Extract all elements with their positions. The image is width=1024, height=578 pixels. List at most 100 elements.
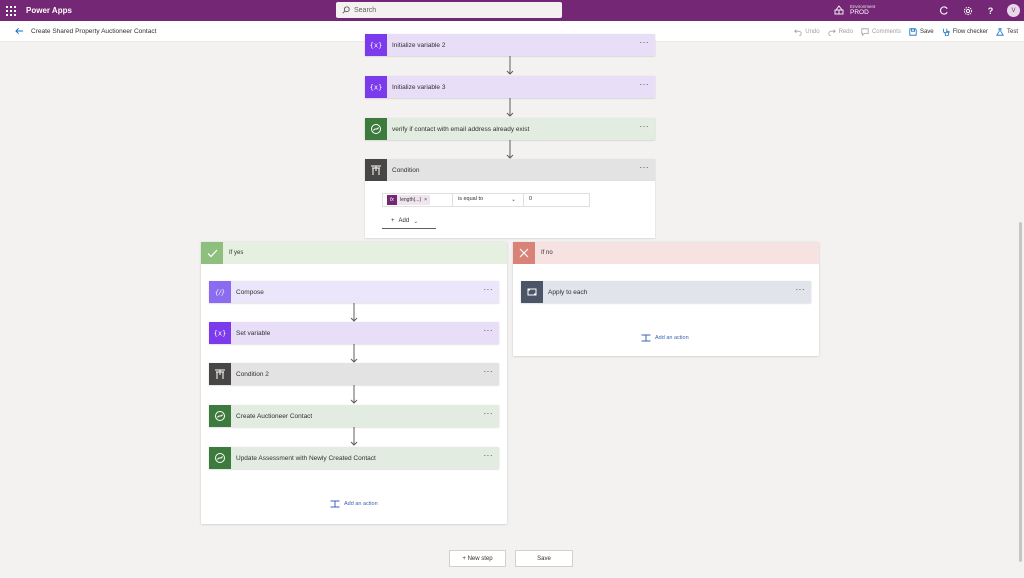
redo-button[interactable]: Redo: [828, 28, 853, 36]
step-create-auctioneer-contact[interactable]: Create Auctioneer Contact ···: [209, 405, 499, 427]
test-button[interactable]: Test: [996, 27, 1018, 36]
step-compose[interactable]: {∕} Compose ···: [209, 281, 499, 303]
search-icon: [342, 6, 350, 14]
app-launcher-icon[interactable]: [0, 0, 22, 21]
function-icon: fx: [387, 195, 397, 205]
step-apply-to-each[interactable]: Apply to each ···: [521, 281, 811, 303]
connector-arrow-icon: [506, 98, 514, 118]
expression-token[interactable]: fx length(...) ×: [387, 195, 431, 205]
settings-gear-icon[interactable]: [961, 4, 974, 17]
bottom-save-button[interactable]: Save: [515, 550, 573, 567]
add-condition-button[interactable]: + Add ⌄: [382, 214, 436, 229]
more-options-icon[interactable]: ···: [484, 410, 494, 418]
svg-text:{∕}: {∕}: [215, 289, 225, 297]
dataverse-icon: [209, 447, 231, 469]
more-options-icon[interactable]: ···: [484, 327, 494, 335]
comments-label: Comments: [871, 28, 901, 35]
if-yes-add-action[interactable]: Add an action: [330, 500, 378, 508]
redo-label: Redo: [838, 28, 853, 35]
dataverse-icon: [365, 118, 387, 140]
undo-button[interactable]: Undo: [794, 28, 820, 36]
expression-token-text: length(...): [400, 197, 422, 203]
step-title: Apply to each: [548, 288, 588, 296]
condition-icon: [209, 363, 231, 385]
condition-icon: [365, 159, 387, 181]
step-set-variable[interactable]: {x} Set variable ···: [209, 322, 499, 344]
svg-text:{x}: {x}: [214, 330, 226, 338]
flow-designer-canvas: {x} Initialize variable 2 ··· {x} Initia…: [0, 34, 1024, 578]
more-options-icon[interactable]: ···: [640, 39, 650, 47]
comment-icon: [861, 27, 869, 36]
step-verify-contact-exists[interactable]: verify if contact with email address alr…: [365, 118, 655, 140]
branch-label: If no: [541, 250, 553, 256]
step-title: Set variable: [236, 329, 271, 337]
step-title: Initialize variable 2: [392, 41, 446, 49]
help-question-icon[interactable]: ?: [984, 4, 997, 17]
more-options-icon[interactable]: ···: [484, 452, 494, 460]
chevron-down-icon: ⌄: [413, 218, 419, 225]
add-condition-label: Add: [398, 218, 410, 224]
save-icon: [909, 27, 917, 36]
test-label: Test: [1006, 28, 1018, 35]
back-arrow-icon[interactable]: [13, 25, 25, 37]
branch-label: If yes: [229, 250, 244, 256]
save-label: Save: [919, 28, 934, 35]
branch-if-yes-header[interactable]: If yes: [201, 242, 507, 264]
chevron-down-icon[interactable]: ⌄: [511, 196, 516, 203]
step-initialize-variable-2[interactable]: {x} Initialize variable 2 ···: [365, 34, 655, 56]
more-options-icon[interactable]: ···: [640, 164, 650, 172]
environment-icon: [834, 2, 844, 20]
flask-icon: [996, 27, 1004, 36]
user-avatar[interactable]: V: [1007, 4, 1020, 17]
connector-arrow-icon: [350, 427, 358, 447]
new-step-button[interactable]: + New step: [449, 550, 506, 567]
branch-if-no-header[interactable]: If no: [513, 242, 819, 264]
step-initialize-variable-3[interactable]: {x} Initialize variable 3 ···: [365, 76, 655, 98]
step-condition-2[interactable]: Condition 2 ···: [209, 363, 499, 385]
environment-picker[interactable]: Environment PROD: [834, 1, 875, 20]
if-no-add-action[interactable]: Add an action: [641, 334, 689, 342]
connector-arrow-icon: [506, 56, 514, 76]
step-update-assessment[interactable]: Update Assessment with Newly Created Con…: [209, 447, 499, 469]
add-action-icon: [641, 334, 651, 342]
dataverse-icon: [209, 405, 231, 427]
step-title: Update Assessment with Newly Created Con…: [236, 454, 376, 462]
add-action-label: Add an action: [655, 335, 689, 341]
undo-icon: [794, 28, 802, 36]
flow-title: Create Shared Property Auctioneer Contac…: [31, 27, 157, 35]
add-action-icon: [330, 500, 340, 508]
connector-arrow-icon: [350, 303, 358, 323]
operator-dropdown[interactable]: is equal to: [458, 196, 483, 202]
variable-icon: {x}: [209, 322, 231, 344]
redo-icon: [828, 28, 836, 36]
step-condition[interactable]: Condition ···: [365, 159, 655, 181]
remove-token-icon[interactable]: ×: [424, 197, 427, 203]
copilot-icon[interactable]: [938, 4, 951, 17]
stethoscope-icon: [942, 28, 950, 36]
more-options-icon[interactable]: ···: [484, 368, 494, 376]
step-title: verify if contact with email address alr…: [392, 125, 530, 133]
flow-checker-button[interactable]: Flow checker: [942, 28, 988, 36]
loop-icon: [521, 281, 543, 303]
more-options-icon[interactable]: ···: [796, 286, 806, 294]
more-options-icon[interactable]: ···: [640, 81, 650, 89]
more-options-icon[interactable]: ···: [484, 286, 494, 294]
vertical-scrollbar[interactable]: [1019, 222, 1022, 562]
connector-arrow-icon: [350, 344, 358, 364]
step-title: Condition 2: [236, 370, 269, 378]
search-placeholder: Search: [354, 6, 377, 14]
svg-text:{x}: {x}: [370, 42, 382, 50]
undo-label: Undo: [805, 28, 820, 35]
close-x-icon: [513, 242, 535, 264]
more-options-icon[interactable]: ···: [640, 123, 650, 131]
variable-icon: {x}: [365, 34, 387, 56]
app-name[interactable]: Power Apps: [26, 6, 72, 15]
save-button[interactable]: Save: [909, 27, 934, 36]
condition-editor: fx length(...) × is equal to ⌄ 0 + Add ⌄: [365, 181, 655, 238]
operand-input[interactable]: 0: [529, 196, 532, 202]
step-title: Compose: [236, 288, 264, 296]
comments-button[interactable]: Comments: [861, 27, 901, 36]
environment-name: PROD: [850, 9, 869, 16]
search-box[interactable]: Search: [336, 2, 562, 18]
top-bar: Power Apps Search Environment PROD ? V: [0, 0, 1024, 21]
